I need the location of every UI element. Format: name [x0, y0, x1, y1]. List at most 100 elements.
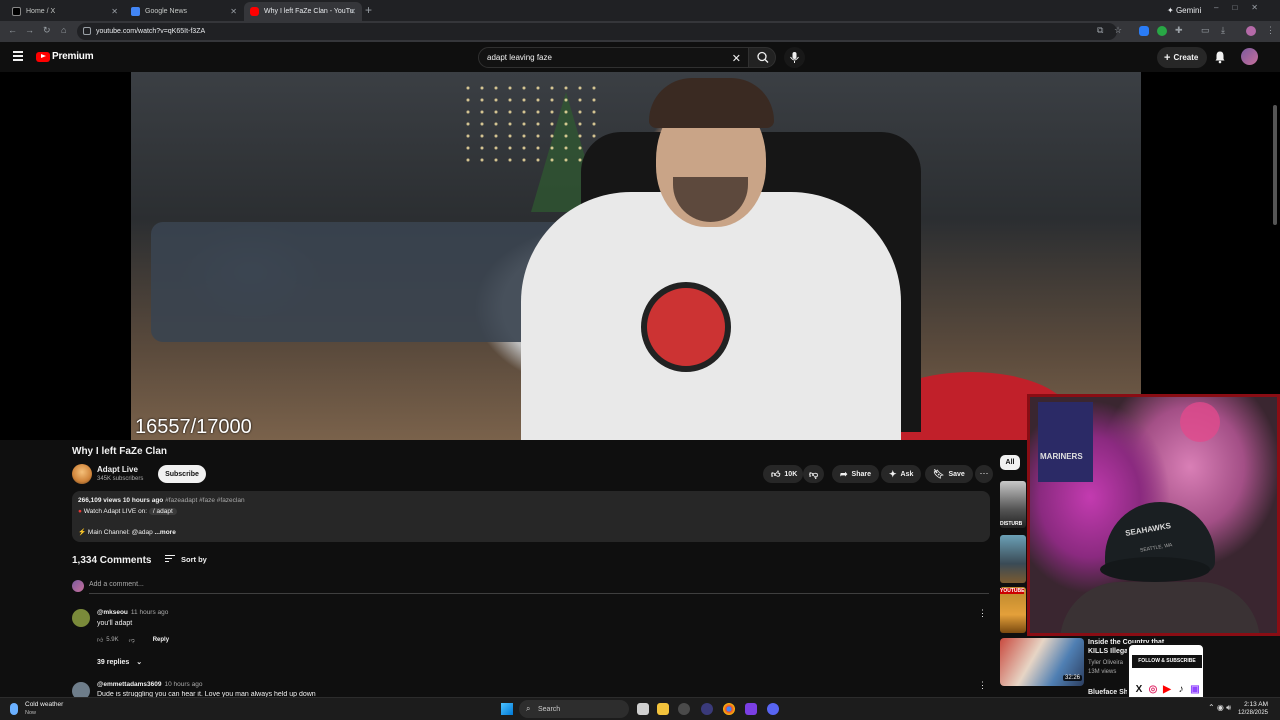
extension-icon[interactable] [1139, 26, 1149, 36]
save-label: Save [948, 470, 965, 478]
shirt-logo [641, 282, 731, 372]
sort-by-button[interactable]: Sort by [165, 555, 207, 564]
app-icon[interactable] [678, 703, 690, 715]
new-tab-button[interactable]: + [365, 3, 372, 17]
gemini-button[interactable]: ✦ Gemini [1162, 3, 1206, 17]
share-button[interactable]: ➦ Share [832, 465, 880, 483]
discord-icon[interactable] [767, 703, 779, 715]
weather-icon[interactable] [10, 703, 18, 715]
recommendation-thumbnail[interactable]: DISTURB [1000, 481, 1026, 528]
bookmark-star-icon[interactable]: ☆ [1114, 25, 1122, 36]
clock-date[interactable]: 12/28/2025 [1238, 710, 1268, 716]
google-news-favicon-icon [131, 7, 140, 16]
clear-search-icon[interactable]: ✕ [732, 52, 741, 65]
ask-button[interactable]: ✦ Ask [881, 465, 922, 483]
dislike-button[interactable]: 👎︎ [803, 465, 825, 483]
gemini-label: Gemini [1175, 5, 1202, 15]
windows-taskbar: Cold weather Now ⌕ Search ⌃ ◉ 🔊︎ 2:13 AM… [0, 697, 1280, 720]
plus-icon: + [1164, 51, 1171, 64]
home-icon[interactable]: ⌂ [61, 25, 66, 35]
sort-label: Sort by [181, 555, 207, 564]
scene-couch [151, 222, 571, 342]
window-controls[interactable]: –□✕ [1214, 3, 1272, 12]
create-button[interactable]: + Create [1157, 47, 1208, 68]
subscribe-button[interactable]: Subscribe [158, 465, 206, 483]
save-button[interactable]: 🔖︎ Save [925, 465, 973, 483]
address-bar[interactable]: youtube.com/watch?v=qK65It-f3ZA [77, 23, 1117, 40]
close-tab-icon[interactable]: ✕ [349, 7, 356, 16]
add-comment-input[interactable]: Add a comment... [89, 581, 144, 588]
subscriber-goal-counter: 16557/17000 [135, 416, 252, 438]
sidebar-toggle-icon[interactable]: ▭ [1201, 25, 1210, 36]
comment-menu-icon[interactable]: ⋮ [978, 680, 987, 691]
youtube-play-icon [36, 51, 50, 62]
reload-icon[interactable]: ↻ [43, 25, 51, 36]
channel-avatar[interactable] [72, 464, 92, 484]
reply-button[interactable]: Reply [153, 637, 169, 643]
recommendation-channel[interactable]: Tyler Oliveira [1088, 660, 1123, 666]
close-tab-icon[interactable]: ✕ [230, 7, 237, 16]
comment-actions: 👍︎ 5.9K 👎︎ Reply [97, 636, 169, 644]
more-actions-button[interactable]: ⋯ [975, 465, 993, 483]
browser-menu-icon[interactable]: ⋮ [1266, 25, 1275, 36]
comment-author[interactable]: @emmettadams3609 10 hours ago [97, 681, 202, 688]
comment-like-icon[interactable]: 👍︎ [97, 636, 103, 644]
show-more-link[interactable]: ...more [155, 529, 176, 536]
youtube-premium-logo[interactable]: Premium [36, 51, 94, 62]
tab-google-news[interactable]: Google News ✕ [125, 2, 243, 21]
extensions-puzzle-icon[interactable]: ✚ [1175, 25, 1183, 36]
tab-x[interactable]: Home / X ✕ [6, 2, 124, 21]
menu-icon[interactable] [13, 51, 23, 61]
voice-search-button[interactable] [784, 47, 805, 68]
webcam-overlay: MARINERS SEAHAWKS SEATTLE, WA [1027, 394, 1280, 636]
site-info-icon[interactable] [83, 27, 91, 35]
app-icon[interactable] [701, 703, 713, 715]
recommendation-thumbnail[interactable] [1000, 535, 1026, 583]
taskbar-search[interactable]: ⌕ Search [519, 700, 629, 718]
file-explorer-icon[interactable] [657, 703, 669, 715]
wall-poster [1038, 402, 1093, 482]
like-button[interactable]: 👍︎ 10K [763, 465, 804, 483]
search-button[interactable] [748, 47, 776, 68]
app-icon[interactable] [745, 703, 757, 715]
search-input[interactable]: adapt leaving faze ✕ [478, 47, 750, 68]
hashtags[interactable]: #fazeadapt #faze #fazeclan [165, 497, 245, 504]
downloads-icon[interactable]: ⤓ [1221, 25, 1225, 36]
filter-chip-all[interactable]: All [1000, 455, 1020, 470]
view-replies-button[interactable]: 39 replies ⌄ [97, 658, 142, 666]
windows-start-icon[interactable] [501, 703, 513, 715]
video-frame[interactable] [131, 72, 1141, 440]
task-view-icon[interactable] [637, 703, 649, 715]
back-icon[interactable]: ← [8, 25, 17, 35]
clock-time[interactable]: 2:13 AM [1244, 701, 1268, 708]
commenter-avatar[interactable] [72, 609, 90, 627]
comment-time: 10 hours ago [164, 681, 203, 688]
forward-icon[interactable]: → [25, 25, 34, 35]
comment-username[interactable]: @emmettadams3609 [97, 681, 162, 688]
wall-bow [1180, 402, 1220, 442]
notifications-bell-icon[interactable] [1212, 49, 1228, 65]
extension-icon[interactable] [1157, 26, 1167, 36]
page-scrollbar[interactable] [1273, 105, 1277, 225]
comment-username[interactable]: @mkseou [97, 609, 128, 616]
recommendation-thumbnail[interactable]: YOUTUBE [1000, 587, 1026, 633]
logo-text: Premium [52, 51, 94, 62]
chevron-down-icon: ⌄ [136, 659, 143, 666]
search-icon: ⌕ [526, 704, 531, 713]
channel-name[interactable]: Adapt Live [97, 465, 138, 474]
chrome-icon[interactable] [723, 703, 735, 715]
description-box[interactable]: 266,109 views 10 hours ago #fazeadapt #f… [72, 491, 990, 542]
video-player[interactable]: 16557/17000 [0, 72, 1280, 440]
twitch-link[interactable]: / adapt [148, 508, 177, 515]
system-tray[interactable]: ⌃ ◉ 🔊︎ [1208, 703, 1231, 713]
comment-menu-icon[interactable]: ⋮ [978, 608, 987, 619]
close-tab-icon[interactable]: ✕ [111, 7, 118, 16]
weather-title[interactable]: Cold weather [25, 701, 63, 708]
comment-author[interactable]: @mkseou 11 hours ago [97, 609, 168, 616]
x-favicon-icon [12, 7, 21, 16]
install-icon[interactable]: ⧉ [1097, 25, 1103, 36]
comment-dislike-icon[interactable]: 👎︎ [129, 636, 135, 644]
profile-avatar[interactable] [1246, 26, 1256, 36]
account-avatar[interactable] [1241, 48, 1258, 65]
tab-youtube[interactable]: Why I left FaZe Clan - YouTu ✕ [244, 2, 362, 21]
